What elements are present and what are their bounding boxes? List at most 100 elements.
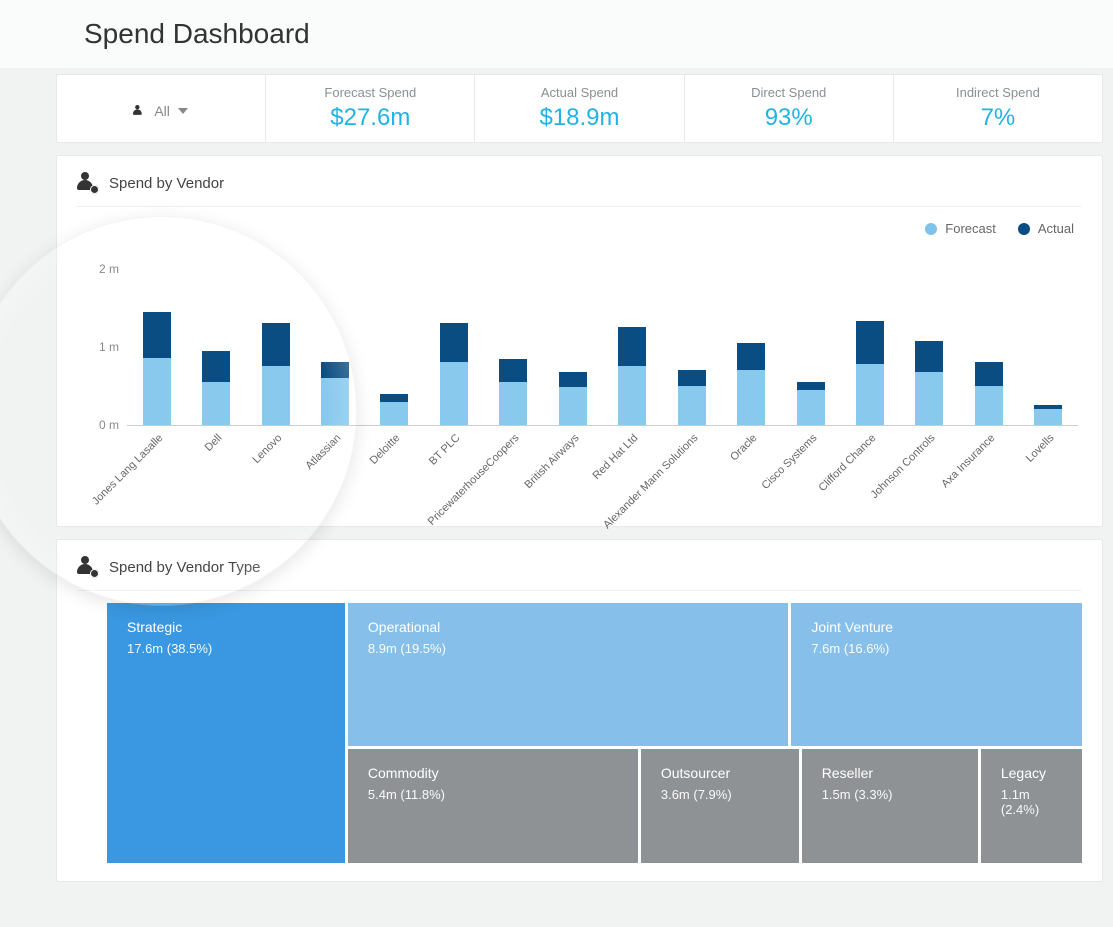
bar-actual-segment [440,323,468,362]
y-tick: 2 m [99,262,119,276]
bar-actual-segment [202,351,230,382]
bar-actual-segment [618,327,646,366]
x-axis-label: Lovells [1019,432,1078,522]
bar-clifford-chance[interactable] [840,246,899,425]
treemap-cell-value: 17.6m (38.5%) [127,641,325,656]
bar-forecast-segment [321,378,349,425]
section-header: Spend by Vendor [77,168,1082,207]
bar-forecast-segment [678,386,706,425]
bar-actual-segment [975,362,1003,385]
treemap-cell-name: Legacy [1001,765,1062,781]
y-tick: 0 m [99,418,119,432]
bar-jones-lang-lasalle[interactable] [127,246,186,425]
x-axis-label: Jones Lang Lasalle [127,432,186,522]
bar-oracle[interactable] [721,246,780,425]
bar-forecast-segment [1034,409,1062,425]
spend-by-vendor-card: Spend by Vendor Forecast Actual 0 m 1 m … [56,155,1103,527]
chart-grid: 0 m 1 m 2 m [127,246,1078,426]
kpi-direct: Direct Spend 93% [685,75,894,142]
treemap-cell-legacy[interactable]: Legacy 1.1m (2.4%) [981,749,1082,863]
kpi-row: All Forecast Spend $27.6m Actual Spend $… [56,74,1103,143]
bar-atlassian[interactable] [305,246,364,425]
bar-lovells[interactable] [1019,246,1078,425]
treemap-cell-value: 1.1m (2.4%) [1001,787,1062,817]
bar-forecast-segment [618,366,646,425]
treemap-cell-commodity[interactable]: Commodity 5.4m (11.8%) [348,749,638,863]
treemap-cell-strategic[interactable]: Strategic 17.6m (38.5%) [107,603,345,863]
chevron-down-icon [178,108,188,114]
bar-actual-segment [321,362,349,378]
bar-forecast-segment [143,358,171,425]
bar-actual-segment [499,359,527,382]
treemap-cell-value: 7.6m (16.6%) [811,641,1062,656]
swatch-forecast-icon [925,223,937,235]
bar-forecast-segment [975,386,1003,425]
bar-forecast-segment [915,372,943,425]
bar-actual-segment [737,343,765,370]
bar-forecast-segment [262,366,290,425]
treemap-cell-value: 3.6m (7.9%) [661,787,779,802]
vendor-chart: Forecast Actual 0 m 1 m 2 m Jones Lang L… [77,207,1082,522]
x-axis-label: Lenovo [246,432,305,522]
treemap-cell-name: Strategic [127,619,325,635]
bar-british-airways[interactable] [543,246,602,425]
bar-alexander-mann-solutions[interactable] [662,246,721,425]
kpi-forecast: Forecast Spend $27.6m [266,75,475,142]
kpi-label: Forecast Spend [266,85,474,100]
treemap-cell-outsourcer[interactable]: Outsourcer 3.6m (7.9%) [641,749,799,863]
bar-lenovo[interactable] [246,246,305,425]
kpi-value: $18.9m [475,104,683,132]
bar-red-hat-ltd[interactable] [603,246,662,425]
legend-item-actual: Actual [1018,221,1074,236]
bar-dell[interactable] [186,246,245,425]
kpi-label: Direct Spend [685,85,893,100]
bar-axa-insurance[interactable] [959,246,1018,425]
bar-actual-segment [678,370,706,386]
y-tick: 1 m [99,340,119,354]
treemap: Strategic 17.6m (38.5%) Operational 8.9m… [77,591,1082,869]
bar-bt-plc[interactable] [424,246,483,425]
section-title: Spend by Vendor [109,175,224,192]
legend-label: Forecast [945,221,996,236]
bar-forecast-segment [440,362,468,425]
bar-johnson-controls[interactable] [900,246,959,425]
kpi-value: 7% [894,104,1102,132]
swatch-actual-icon [1018,223,1030,235]
bar-cisco-systems[interactable] [781,246,840,425]
vendor-icon [77,556,99,578]
filter-selector-cell: All [57,75,266,142]
legend-label: Actual [1038,221,1074,236]
treemap-cell-joint-venture[interactable]: Joint Venture 7.6m (16.6%) [791,603,1082,746]
treemap-cell-name: Joint Venture [811,619,1062,635]
treemap-cell-value: 5.4m (11.8%) [368,787,618,802]
kpi-value: 93% [685,104,893,132]
bar-pricewaterhousecoopers[interactable] [484,246,543,425]
legend-item-forecast: Forecast [925,221,996,236]
section-header: Spend by Vendor Type [77,552,1082,591]
treemap-cell-value: 8.9m (19.5%) [368,641,768,656]
bar-forecast-segment [202,382,230,425]
page-title: Spend Dashboard [0,0,1113,68]
bar-actual-segment [380,394,408,402]
treemap-cell-name: Operational [368,619,768,635]
filter-selector-label: All [154,103,170,119]
chart-legend: Forecast Actual [77,221,1074,236]
bar-forecast-segment [856,364,884,425]
bar-deloitte[interactable] [365,246,424,425]
treemap-cell-value: 1.5m (3.3%) [822,787,958,802]
kpi-actual: Actual Spend $18.9m [475,75,684,142]
bar-forecast-segment [737,370,765,425]
spend-by-vendor-type-card: Spend by Vendor Type Strategic 17.6m (38… [56,539,1103,882]
bar-actual-segment [856,321,884,364]
user-icon [133,105,145,117]
section-title: Spend by Vendor Type [109,559,261,576]
kpi-value: $27.6m [266,104,474,132]
kpi-label: Indirect Spend [894,85,1102,100]
treemap-cell-reseller[interactable]: Reseller 1.5m (3.3%) [802,749,978,863]
bar-forecast-segment [380,402,408,425]
treemap-cell-operational[interactable]: Operational 8.9m (19.5%) [348,603,788,746]
bar-actual-segment [262,323,290,366]
filter-selector[interactable]: All [134,103,188,119]
kpi-label: Actual Spend [475,85,683,100]
vendor-icon [77,172,99,194]
